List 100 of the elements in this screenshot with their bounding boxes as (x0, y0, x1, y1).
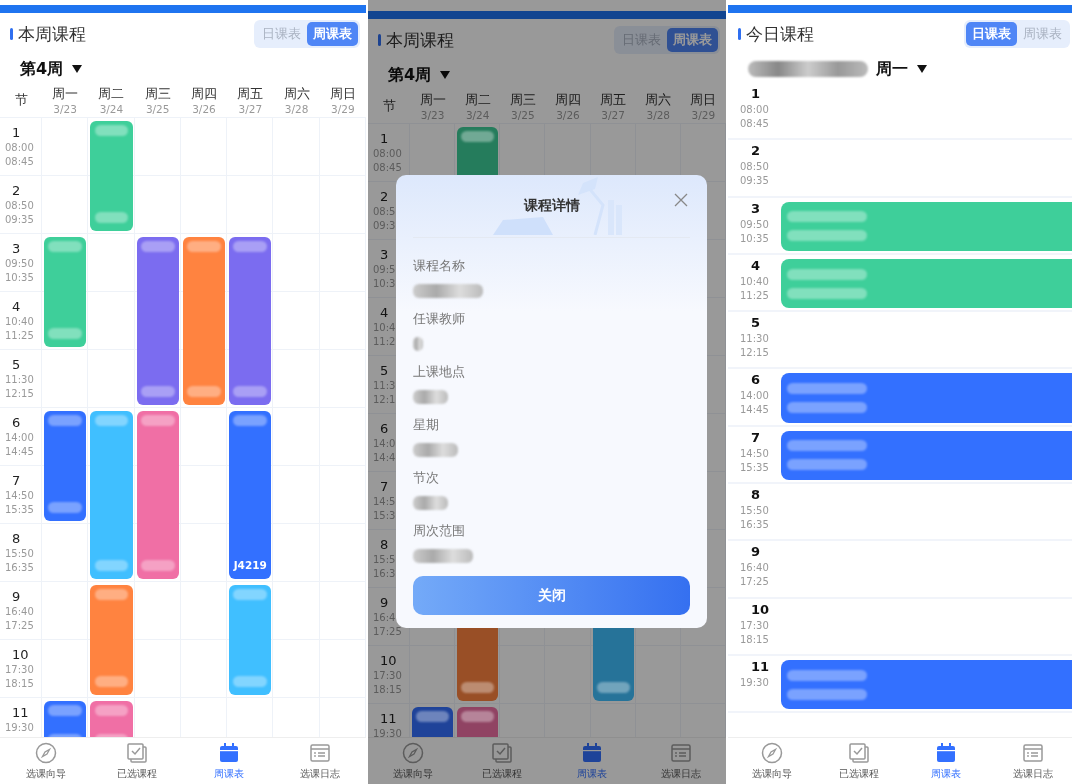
period-number: 10 (12, 646, 29, 663)
page-title: 本周课程 (18, 22, 86, 46)
nav-tab[interactable]: 周课表 (183, 738, 275, 784)
start-time: 10:40 (740, 274, 769, 289)
nav-tab[interactable]: 选课日志 (989, 738, 1072, 784)
start-time: 16:40 (5, 605, 34, 619)
weekday-label: 周一 (52, 85, 79, 103)
nav-tab[interactable]: 选课日志 (636, 738, 726, 784)
dialog-title: 课程详情 (523, 197, 580, 215)
nav-tab[interactable]: 选课向导 (368, 738, 458, 784)
nav-tab[interactable]: 周课表 (547, 738, 637, 784)
period-number: 5 (751, 314, 761, 333)
start-time: 15:5 (373, 553, 396, 567)
period-heading: 节 (14, 91, 28, 109)
start-time: 14:5 (373, 495, 396, 509)
nav-tab[interactable]: 周课表 (902, 738, 989, 784)
period-number: 6 (12, 414, 21, 431)
end-time: 10:35 (5, 271, 34, 285)
field-label: 课程名称 (413, 258, 466, 275)
end-time: 09:3 (373, 219, 396, 233)
weekday-label: 周日 (329, 85, 356, 103)
nav-tab[interactable]: 已选课程 (91, 738, 183, 784)
end-time: 09:35 (740, 174, 769, 189)
end-time: 15:35 (740, 460, 769, 475)
period-number: 7 (12, 472, 21, 489)
field-label: 星期 (413, 417, 440, 434)
close-dialog-button[interactable]: 关闭 (413, 576, 690, 615)
weekday-label: 周六 (283, 85, 310, 103)
view-tab[interactable]: 周课表 (667, 28, 718, 52)
date-label: 3/24 (99, 102, 124, 115)
start-time: 15:50 (5, 547, 34, 561)
start-time: 11:30 (740, 332, 769, 347)
period-number: 10 (380, 652, 397, 669)
date-label: 3/25 (511, 108, 535, 121)
end-time: 16:35 (5, 561, 34, 575)
field-label: 周次范围 (413, 523, 466, 540)
nav-tab[interactable]: 选课向导 (728, 738, 815, 784)
period-number: 8 (12, 530, 21, 547)
start-time: 19:30 (5, 721, 34, 735)
start-time: 10:4 (373, 321, 396, 335)
date-label: 3/23 (53, 102, 77, 115)
period-number: 1 (380, 130, 389, 147)
start-time: 15:50 (740, 504, 769, 519)
start-time: 08:5 (373, 205, 396, 219)
period-heading: 节 (382, 97, 396, 115)
end-time: 17:25 (5, 619, 34, 633)
date-label: 3/28 (646, 108, 671, 121)
period-number: 1 (12, 124, 21, 141)
end-time: 14:4 (373, 451, 396, 465)
end-time: 17:25 (373, 625, 402, 639)
week-selector[interactable]: 第4周 (388, 64, 451, 86)
period-number: 3 (380, 246, 389, 263)
start-time: 14:0 (373, 437, 396, 451)
nav-tab[interactable]: 已选课程 (457, 738, 547, 784)
end-time: 16:3 (373, 567, 396, 581)
start-time: 17:30 (740, 618, 769, 633)
period-number: 7 (380, 478, 389, 495)
field-label: 节次 (413, 470, 440, 487)
end-time: 08:45 (5, 155, 34, 169)
weekday-label: 周一 (419, 91, 446, 109)
date-label: 3/27 (601, 108, 625, 121)
weekday-label: 周三 (144, 85, 171, 103)
week-selector[interactable]: 第4周 (20, 58, 83, 80)
weekday-label: 周二 (464, 91, 491, 109)
end-time: 09:35 (5, 213, 34, 227)
period-number: 4 (12, 298, 21, 315)
start-time: 14:50 (5, 489, 34, 503)
period-number: 9 (12, 588, 21, 605)
period-number: 11 (380, 710, 397, 727)
day-selector[interactable]: 周一 (876, 58, 927, 80)
start-time: 16:40 (740, 561, 769, 576)
period-number: 1 (751, 85, 761, 103)
weekday-label: 周三 (509, 91, 536, 109)
period-number: 8 (380, 536, 389, 553)
period-number: 8 (751, 486, 761, 505)
period-number: 2 (380, 188, 389, 205)
nav-tab[interactable]: 选课日志 (274, 738, 366, 784)
start-time: 10:40 (5, 315, 34, 329)
date-label: 3/27 (238, 102, 263, 115)
view-tab[interactable]: 周课表 (307, 22, 358, 46)
period-number: 6 (751, 371, 761, 390)
course-block[interactable]: J4219 (229, 411, 272, 579)
period-number: 3 (751, 199, 761, 218)
period-number: 2 (12, 182, 21, 199)
weekday-label: 周五 (237, 85, 264, 103)
end-time: 17:25 (740, 575, 769, 590)
start-time: 08:00 (740, 103, 769, 117)
date-label: 3/26 (556, 108, 580, 121)
nav-tab[interactable]: 选课向导 (0, 738, 92, 784)
view-tab[interactable]: 日课表 (966, 22, 1017, 46)
end-time: 11:2 (373, 335, 396, 349)
nav-tab[interactable]: 已选课程 (815, 738, 902, 784)
period-number: 3 (12, 240, 21, 257)
period-number: 6 (380, 420, 389, 437)
start-time: 17:30 (373, 669, 402, 683)
end-time: 11:25 (5, 329, 34, 343)
start-time: 09:5 (373, 263, 396, 277)
room-label: J4219 (233, 559, 267, 571)
period-number: 11 (12, 704, 29, 721)
date-label: 3/25 (145, 102, 170, 115)
